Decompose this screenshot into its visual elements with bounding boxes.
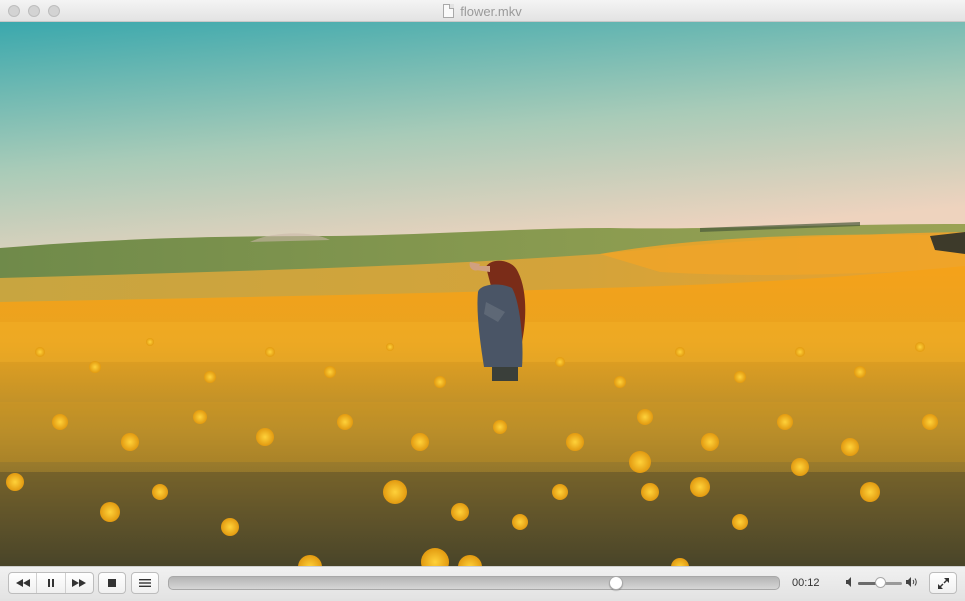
fullscreen-button[interactable] [929, 572, 957, 594]
playlist-button[interactable] [131, 572, 159, 594]
volume-slider-knob[interactable] [875, 577, 886, 588]
fast-forward-icon [72, 579, 87, 587]
seek-slider-knob[interactable] [608, 576, 623, 590]
video-image [0, 22, 965, 566]
transport-control-group [8, 572, 94, 594]
window-title: flower.mkv [460, 3, 522, 19]
volume-low-icon[interactable] [846, 577, 854, 587]
pause-icon [47, 579, 54, 587]
volume-slider[interactable] [858, 577, 902, 588]
stop-icon [108, 579, 116, 587]
fullscreen-icon [937, 577, 949, 589]
window-title-group: flower.mkv [0, 0, 965, 22]
elapsed-time: 00:12 [792, 577, 820, 589]
document-icon [443, 4, 455, 18]
playback-controls: 00:12 [0, 566, 965, 601]
video-frame[interactable] [0, 22, 965, 566]
rewind-button[interactable] [9, 573, 38, 593]
playlist-icon [139, 579, 151, 587]
stop-button[interactable] [98, 572, 126, 594]
fast-forward-button[interactable] [66, 573, 93, 593]
seek-bar[interactable] [168, 576, 780, 590]
volume-high-icon[interactable] [906, 577, 919, 587]
rewind-icon [15, 579, 30, 587]
title-bar: flower.mkv [0, 0, 965, 22]
pause-button[interactable] [37, 573, 66, 593]
